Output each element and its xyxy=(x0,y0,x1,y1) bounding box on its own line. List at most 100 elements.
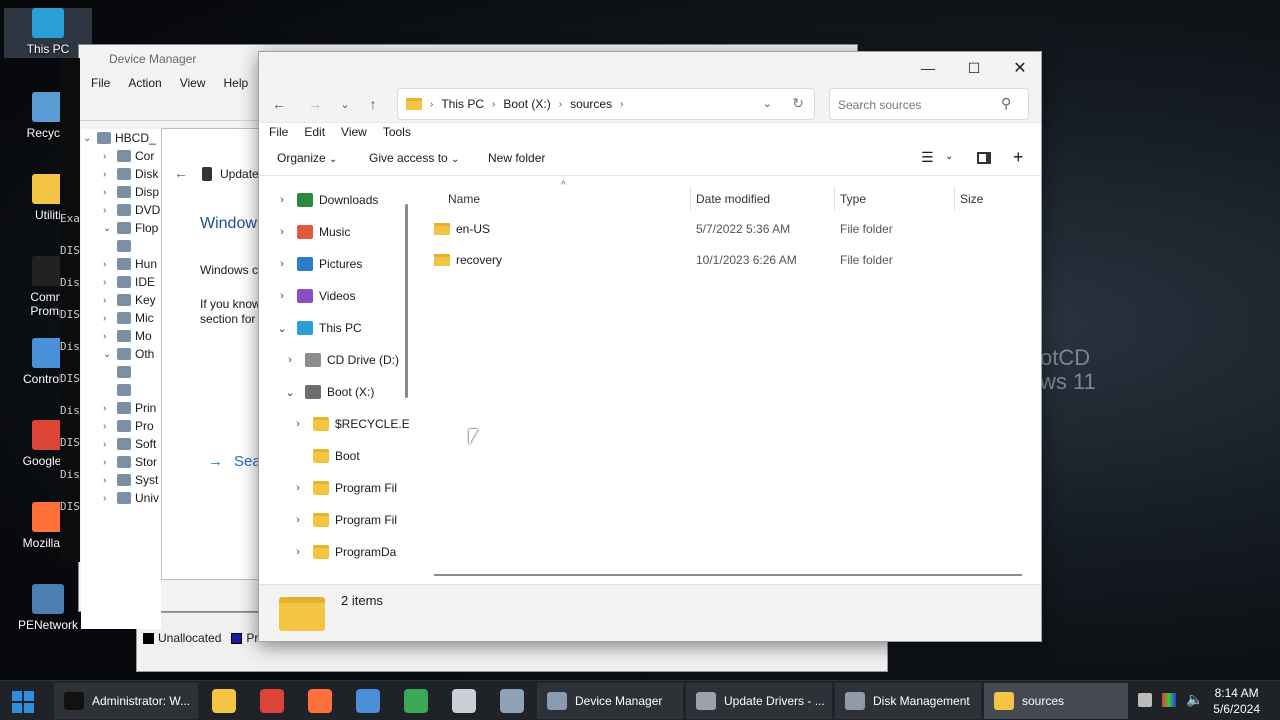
organize-button[interactable]: Organize ⌄ xyxy=(277,151,337,165)
chevron-right-icon[interactable]: › xyxy=(103,421,113,432)
file-explorer-window[interactable]: — ☐ ✕ ← → ⌄ ↑ › This PC › Boot (X:) › so… xyxy=(258,51,1042,642)
chevron-right-icon[interactable]: › xyxy=(275,226,289,238)
recent-locations-button[interactable]: ⌄ xyxy=(333,92,357,116)
chevron-down-icon[interactable]: ⌄ xyxy=(275,322,289,335)
taskbar-update-drivers[interactable]: Update Drivers - ... xyxy=(686,683,832,719)
search-input[interactable]: Search sources xyxy=(829,88,1029,120)
search-icon[interactable]: ⚲ xyxy=(1001,95,1011,112)
nav-item-recycle-e[interactable]: › $RECYCLE.E xyxy=(259,412,409,436)
chevron-down-icon[interactable]: ⌄ xyxy=(103,223,113,234)
chevron-right-icon[interactable]: › xyxy=(103,295,113,306)
device-manager-menu-file[interactable]: File xyxy=(91,76,110,92)
calculator-icon[interactable] xyxy=(500,689,524,713)
chrome-icon[interactable] xyxy=(260,689,284,713)
back-arrow-icon[interactable]: ← xyxy=(174,165,188,181)
nav-item-videos[interactable]: › Videos xyxy=(259,284,407,308)
device-tree-item[interactable] xyxy=(81,363,161,381)
explorer-menu-edit[interactable]: Edit xyxy=(304,125,325,140)
chevron-right-icon[interactable]: › xyxy=(103,439,113,450)
nav-item-program-fil[interactable]: › Program Fil xyxy=(259,508,407,532)
chevron-right-icon[interactable]: › xyxy=(291,546,305,558)
nav-item-boot[interactable]: Boot xyxy=(259,444,407,468)
chevron-right-icon[interactable]: › xyxy=(103,151,113,162)
file-explorer-icon[interactable] xyxy=(212,689,236,713)
device-tree-item[interactable]: › Disk xyxy=(81,165,161,183)
breadcrumb-this-pc[interactable]: This PC xyxy=(441,97,484,111)
nav-item-pictures[interactable]: › Pictures xyxy=(259,252,407,276)
device-tree-item[interactable]: › Cor xyxy=(81,147,161,165)
taskbar-disk-management[interactable]: Disk Management xyxy=(835,683,981,719)
volume-icon[interactable]: 🔈 xyxy=(1186,691,1203,708)
device-tree-item[interactable]: › Syst xyxy=(81,471,161,489)
chevron-right-icon[interactable]: › xyxy=(291,514,305,526)
add-icon[interactable]: + xyxy=(1013,147,1024,168)
update-drivers-window[interactable]: ← Update Window Windows c If you know se… xyxy=(161,128,271,580)
tray-tool-icon[interactable] xyxy=(1138,693,1152,707)
device-tree-item[interactable]: ⌄ Oth xyxy=(81,345,161,363)
view-dropdown-icon[interactable]: ⌄ xyxy=(945,151,953,162)
chevron-right-icon[interactable]: › xyxy=(275,194,289,206)
chevron-right-icon[interactable]: › xyxy=(103,403,113,414)
column-divider[interactable] xyxy=(690,186,691,210)
chevron-right-icon[interactable]: › xyxy=(103,205,113,216)
chevron-right-icon[interactable]: › xyxy=(103,313,113,324)
column-name[interactable]: Name xyxy=(448,192,480,206)
column-date-modified[interactable]: Date modified xyxy=(696,192,770,206)
tray-color-icon[interactable] xyxy=(1162,693,1176,707)
forward-button[interactable]: → xyxy=(303,92,327,116)
nav-item-downloads[interactable]: › Downloads xyxy=(259,188,407,212)
chevron-down-icon[interactable]: ⌄ xyxy=(83,133,93,144)
device-tree-item[interactable]: ⌄ HBCD_ xyxy=(81,129,161,147)
chevron-right-icon[interactable]: › xyxy=(291,418,305,430)
firefox-icon[interactable] xyxy=(308,689,332,713)
taskbar-sources[interactable]: sources xyxy=(984,683,1128,719)
chevron-right-icon[interactable]: › xyxy=(275,290,289,302)
column-type[interactable]: Type xyxy=(840,192,866,206)
chevron-right-icon[interactable]: › xyxy=(291,482,305,494)
chevron-right-icon[interactable]: › xyxy=(103,331,113,342)
device-tree-item[interactable]: › Disp xyxy=(81,183,161,201)
explorer-menu-view[interactable]: View xyxy=(341,125,367,140)
spreadsheet-icon[interactable] xyxy=(404,689,428,713)
device-tree-item[interactable] xyxy=(81,237,161,255)
network-icon[interactable] xyxy=(452,689,476,713)
chevron-down-icon[interactable]: ⌄ xyxy=(103,349,113,360)
device-tree-item[interactable]: › Key xyxy=(81,291,161,309)
command-prompt-window[interactable]: Exa DIS Dis DIS Dis DIS Dis DIS Dis DIS xyxy=(60,58,80,562)
nav-item-this-pc[interactable]: ⌄ This PC xyxy=(259,316,407,340)
explorer-menu-file[interactable]: File xyxy=(269,125,288,140)
search-drivers-link[interactable]: Sea xyxy=(234,453,261,470)
nav-item-cd-drive-d[interactable]: › CD Drive (D:) xyxy=(259,348,407,372)
column-divider[interactable] xyxy=(834,186,835,210)
clock[interactable]: 8:14 AM 5/6/2024 xyxy=(1213,685,1260,717)
minimize-button[interactable]: — xyxy=(905,54,951,82)
nav-item-programda[interactable]: › ProgramDa xyxy=(259,540,407,564)
device-manager-menu-action[interactable]: Action xyxy=(128,76,161,92)
column-divider[interactable] xyxy=(954,186,955,210)
address-dropdown-icon[interactable]: ⌄ xyxy=(763,97,772,110)
device-tree-item[interactable]: ⌄ Flop xyxy=(81,219,161,237)
file-row[interactable]: en-US 5/7/2022 5:36 AM File folder xyxy=(434,217,1034,241)
breadcrumb-boot[interactable]: Boot (X:) xyxy=(503,97,550,111)
new-folder-button[interactable]: New folder xyxy=(488,151,545,165)
start-button[interactable] xyxy=(12,691,34,713)
chevron-right-icon[interactable]: › xyxy=(103,493,113,504)
chevron-right-icon[interactable]: › xyxy=(103,187,113,198)
taskbar-device-manager[interactable]: Device Manager xyxy=(537,683,683,719)
give-access-button[interactable]: Give access to ⌄ xyxy=(369,151,459,165)
up-button[interactable]: ↑ xyxy=(361,92,385,116)
file-row[interactable]: recovery 10/1/2023 6:26 AM File folder xyxy=(434,248,1034,272)
address-bar[interactable]: › This PC › Boot (X:) › sources › ⌄ ↻ xyxy=(397,88,815,120)
refresh-icon[interactable]: ↻ xyxy=(792,95,804,112)
chevron-right-icon[interactable]: › xyxy=(103,475,113,486)
chevron-right-icon[interactable]: › xyxy=(103,457,113,468)
chevron-right-icon[interactable]: › xyxy=(103,277,113,288)
chevron-right-icon[interactable]: › xyxy=(103,259,113,270)
device-tree-item[interactable]: › Pro xyxy=(81,417,161,435)
back-button[interactable]: ← xyxy=(267,92,291,116)
device-tree-item[interactable]: › Stor xyxy=(81,453,161,471)
view-list-icon[interactable]: ☰ xyxy=(921,149,934,166)
chevron-right-icon[interactable]: › xyxy=(283,354,297,366)
nav-item-music[interactable]: › Music xyxy=(259,220,407,244)
notepad-icon[interactable] xyxy=(356,689,380,713)
